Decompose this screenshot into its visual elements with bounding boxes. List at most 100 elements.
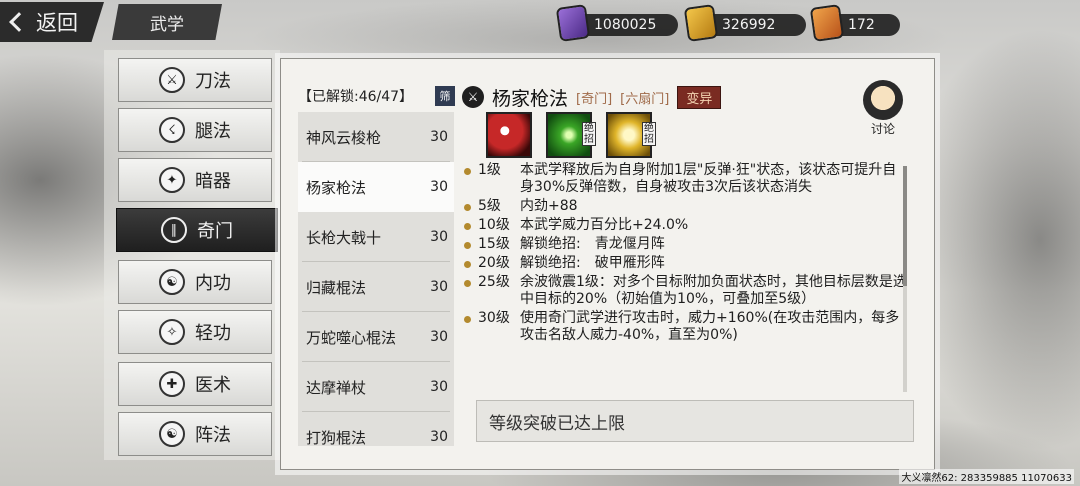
skill-header: ⚔ 杨家枪法 [奇门] [六扇门] 变异: [462, 84, 722, 110]
skill-name: 达摩禅杖: [306, 378, 367, 397]
skill-name: 归藏棍法: [306, 278, 367, 297]
category-lightness[interactable]: ✧ 轻功: [118, 310, 272, 354]
category-label: 轻功: [195, 323, 231, 344]
variant-badge: 变异: [677, 85, 722, 109]
discuss-button[interactable]: 讨论: [858, 80, 908, 138]
lightness-icon: ✧: [159, 319, 185, 345]
category-formation[interactable]: ☯ 阵法: [118, 412, 272, 456]
effect-text: 余波微震1级：对多个目标附加负面状态时，其他目标层数是选中目标的20%（初始值为…: [520, 274, 907, 307]
skill-level: 30: [430, 279, 448, 295]
skill-list-item[interactable]: 神风云梭枪 30: [298, 112, 454, 162]
effect-level: 30级: [478, 310, 510, 326]
top-bar: 返回 武学 1080025 326992 172: [0, 0, 1080, 46]
bullet-icon: [464, 204, 471, 211]
saber-icon: ⚔: [159, 67, 185, 93]
category-kick[interactable]: ☇ 腿法: [118, 108, 272, 152]
bullet-icon: [464, 242, 471, 249]
skill-list-item[interactable]: 归藏棍法 30: [298, 262, 454, 312]
skill-list-item[interactable]: 万蛇噬心棍法 30: [298, 312, 454, 362]
bullet-icon: [464, 223, 471, 230]
effect-row: 10级 本武学威力百分比+24.0%: [464, 217, 910, 234]
effect-text: 本武学威力百分比+24.0%: [520, 217, 689, 233]
currency-gold-token[interactable]: 326992: [686, 6, 806, 40]
filter-button[interactable]: 筛: [435, 86, 455, 106]
category-label: 阵法: [195, 425, 231, 446]
unlock-count: 【已解锁:46/47】: [298, 89, 414, 105]
effect-scrollbar[interactable]: [903, 166, 907, 392]
formation-icon: ☯: [159, 421, 185, 447]
bullet-icon: [464, 280, 471, 287]
effect-text: 解锁绝招: 青龙偃月阵: [520, 236, 665, 252]
discuss-avatar-icon: [863, 80, 903, 120]
category-saber[interactable]: ⚔ 刀法: [118, 58, 272, 102]
effect-row: 20级 解锁绝招: 破甲雁形阵: [464, 255, 910, 272]
dart-icon: ✦: [159, 167, 185, 193]
breakthrough-status: 等级突破已达上限: [476, 400, 914, 442]
watermark: 大义凛然62: 283359885 11070633: [899, 469, 1074, 484]
effect-text: 使用奇门武学进行攻击时，威力+160%(在攻击范围内，每多攻击名敌人威力-40%…: [520, 310, 900, 343]
kick-icon: ☇: [159, 117, 185, 143]
effect-level: 10级: [478, 217, 510, 233]
category-sidebar: ⚔ 刀法 ☇ 腿法 ✦ 暗器 ∥ 奇门 ☯ 内功 ✧ 轻功 ✚ 医术 ☯ 阵法: [104, 50, 280, 460]
chevron-left-icon: [9, 12, 29, 32]
currency-orange-token[interactable]: 172: [812, 6, 900, 40]
effect-level: 20级: [478, 255, 510, 271]
purple-jade-icon: [558, 6, 588, 40]
effect-row: 5级 内劲+88: [464, 198, 910, 215]
page-title: 武学: [112, 4, 222, 40]
gold-formation-move-icon[interactable]: 绝招: [606, 112, 656, 158]
bullet-icon: [464, 261, 471, 268]
green-formation-move-icon[interactable]: 绝招: [546, 112, 596, 158]
bullet-icon: [464, 316, 471, 323]
category-label: 内功: [195, 273, 231, 294]
effect-level: 25级: [478, 274, 510, 290]
effect-text: 本武学释放后为自身附加1层"反弹·狂"状态，该状态可提升自身30%反弹倍数，自身…: [520, 162, 897, 195]
gold-token-icon: [686, 6, 716, 40]
back-label: 返回: [36, 11, 78, 35]
skill-level: 30: [430, 379, 448, 395]
category-label: 暗器: [195, 171, 231, 192]
effect-text: 内劲+88: [520, 198, 578, 214]
bullet-icon: [464, 168, 471, 175]
exotic-weapon-icon: ∥: [161, 217, 187, 243]
exotic-weapon-icon: ⚔: [462, 86, 484, 108]
skill-name: 万蛇噬心棍法: [306, 328, 397, 347]
orange-token-icon: [812, 6, 842, 40]
move-icons: 绝招 绝招: [486, 112, 656, 158]
back-button[interactable]: 返回: [0, 2, 104, 42]
category-exotic[interactable]: ∥ 奇门: [116, 208, 278, 252]
skill-name: 杨家枪法: [306, 178, 367, 197]
ultimate-badge: 绝招: [642, 122, 656, 146]
spear-strike-move-icon[interactable]: [486, 112, 532, 158]
effect-row: 15级 解锁绝招: 青龙偃月阵: [464, 236, 910, 253]
category-hidden-weapon[interactable]: ✦ 暗器: [118, 158, 272, 202]
inner-power-icon: ☯: [159, 269, 185, 295]
category-inner-power[interactable]: ☯ 内功: [118, 260, 272, 304]
skill-list[interactable]: 神风云梭枪 30 杨家枪法 30 长枪大戟十 30 归藏棍法 30 万蛇噬心棍法…: [298, 112, 454, 446]
category-label: 腿法: [195, 121, 231, 142]
skill-list-item-selected[interactable]: 杨家枪法 30: [298, 162, 454, 212]
skill-list-item[interactable]: 打狗棍法 30: [298, 412, 454, 447]
discuss-label: 讨论: [870, 122, 895, 136]
category-label: 医术: [195, 375, 231, 396]
medicine-icon: ✚: [159, 371, 185, 397]
effect-row: 25级 余波微震1级：对多个目标附加负面状态时，其他目标层数是选中目标的20%（…: [464, 274, 910, 308]
effect-level: 5级: [478, 198, 501, 214]
effect-list[interactable]: 1级 本武学释放后为自身附加1层"反弹·狂"状态，该状态可提升自身30%反弹倍数…: [464, 162, 910, 394]
category-label: 奇门: [197, 221, 233, 242]
scrollbar-thumb[interactable]: [903, 166, 907, 286]
skill-name: 神风云梭枪: [306, 128, 382, 147]
ultimate-badge: 绝招: [582, 122, 596, 146]
effect-text: 解锁绝招: 破甲雁形阵: [520, 255, 665, 271]
type-tag: [奇门]: [576, 91, 613, 107]
skill-level: 30: [430, 129, 448, 145]
skill-title: 杨家枪法: [492, 87, 569, 110]
skill-list-item[interactable]: 长枪大戟十 30: [298, 212, 454, 262]
skill-level: 30: [430, 429, 448, 445]
skill-level: 30: [430, 329, 448, 345]
skill-list-item[interactable]: 达摩禅杖 30: [298, 362, 454, 412]
currency-purple-jade[interactable]: 1080025: [558, 6, 678, 40]
skill-name: 长枪大戟十: [306, 228, 382, 247]
category-medicine[interactable]: ✚ 医术: [118, 362, 272, 406]
sect-tag: [六扇门]: [620, 91, 670, 107]
